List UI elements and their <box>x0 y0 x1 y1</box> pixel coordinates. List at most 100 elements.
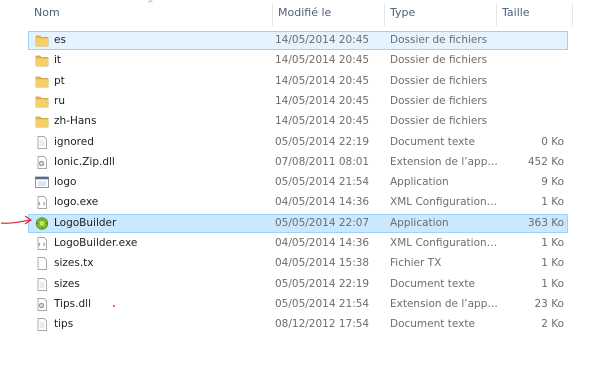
file-type: Dossier de fichiers <box>390 74 488 87</box>
file-row[interactable]: Tips.dll 05/05/2014 21:54 Extension de l’a… <box>28 295 568 314</box>
file-modified-date: 05/05/2014 22:19 <box>275 135 370 148</box>
file-name: logo.exe <box>54 196 99 209</box>
column-header-size-label: Taille <box>502 6 530 19</box>
file-type: Document texte <box>390 135 475 148</box>
file-size: 9 Ko <box>541 176 564 189</box>
text-file-icon <box>35 277 49 291</box>
logobuilder-app-icon <box>35 217 49 230</box>
file-type: Dossier de fichiers <box>390 115 488 128</box>
file-name: sizes.tx <box>54 257 94 270</box>
config-file-icon <box>35 237 49 250</box>
file-name: ru <box>54 94 65 107</box>
column-header-modified[interactable]: Modifié le <box>272 0 384 26</box>
dll-file-icon <box>35 155 49 169</box>
folder-icon <box>35 75 49 88</box>
file-type: XML Configuration… <box>390 237 498 249</box>
file-modified-date: 05/05/2014 21:54 <box>275 176 370 189</box>
file-modified-date: 14/05/2014 20:45 <box>275 54 370 67</box>
file-row[interactable]: pt 14/05/2014 20:45 Dossier de fichiers <box>28 72 568 91</box>
file-name: tips <box>54 318 74 331</box>
file-row[interactable]: logo 05/05/2014 21:54 Application 9 Ko <box>28 173 568 192</box>
column-header-modified-label: Modifié le <box>278 6 332 19</box>
file-name: pt <box>54 74 65 87</box>
file-size <box>499 32 564 49</box>
file-modified-date: 14/05/2014 20:45 <box>275 94 370 107</box>
file-size: 1 Ko <box>541 196 564 209</box>
file-size: 1 Ko <box>541 257 564 270</box>
file-name: Ionic.Zip.dll <box>54 155 115 168</box>
text-file-icon <box>35 318 49 332</box>
file-size: 2 Ko <box>541 318 564 331</box>
folder-icon <box>35 54 49 67</box>
file-row[interactable]: sizes.tx 04/05/2014 15:38 Fichier TX 1 Ko <box>28 254 568 273</box>
file-size <box>499 93 564 110</box>
file-modified-date: 05/05/2014 21:54 <box>275 297 370 310</box>
file-name: Tips.dll <box>54 297 91 310</box>
file-type: Fichier TX <box>390 257 442 270</box>
file-type: Document texte <box>390 277 475 290</box>
file-name: ignored <box>54 135 94 148</box>
column-header-type-label: Type <box>390 6 416 19</box>
file-name: sizes <box>54 277 80 290</box>
file-size <box>499 73 564 90</box>
application-icon <box>35 176 49 189</box>
file-size: 1 Ko <box>541 237 564 249</box>
red-dot-mark <box>113 305 115 307</box>
file-size: 363 Ko <box>527 216 564 229</box>
file-name: it <box>54 54 62 67</box>
file-name: es <box>54 34 66 46</box>
file-modified-date: 14/05/2014 20:45 <box>275 115 370 128</box>
file-type: Application <box>390 176 449 189</box>
file-modified-date: 04/05/2014 14:36 <box>275 237 370 249</box>
text-file-icon <box>35 135 49 149</box>
file-row[interactable]: Ionic.Zip.dll 07/08/2011 08:01 Extension d… <box>28 153 568 172</box>
file-modified-date: 04/05/2014 14:36 <box>275 196 370 209</box>
file-name: LogoBuilder.exe <box>54 237 138 249</box>
file-row[interactable]: ignored 05/05/2014 22:19 Document texte 0 K… <box>28 133 568 152</box>
file-modified-date: 14/05/2014 20:45 <box>275 74 370 87</box>
file-row[interactable]: ru 14/05/2014 20:45 Dossier de fichiers <box>28 92 568 111</box>
file-row[interactable]: it 14/05/2014 20:45 Dossier de fichiers <box>28 51 568 70</box>
file-modified-date: 07/08/2011 08:01 <box>275 155 370 168</box>
file-size: 452 Ko <box>527 155 564 168</box>
file-size <box>499 52 564 69</box>
file-row[interactable]: logo.exe 04/05/2014 14:36 XML Configuratio… <box>28 193 568 212</box>
file-size: 23 Ko <box>534 297 565 310</box>
file-row[interactable]: es 14/05/2014 20:45 Dossier de fichiers <box>28 31 568 50</box>
column-divider[interactable] <box>572 4 573 26</box>
file-row[interactable]: tips 08/12/2012 17:54 Document texte 2 Ko <box>28 315 568 334</box>
file-type: Dossier de fichiers <box>390 94 488 107</box>
file-modified-date: 04/05/2014 15:38 <box>275 257 370 270</box>
column-header-type[interactable]: Type <box>384 0 496 26</box>
file-row[interactable]: LogoBuilder.exe 04/05/2014 14:36 XML Confi… <box>28 234 568 253</box>
column-header-size[interactable]: Taille <box>496 0 572 26</box>
column-header-name[interactable]: Nom <box>28 0 272 26</box>
file-type: Dossier de fichiers <box>390 34 488 46</box>
file-name: zh-Hans <box>54 115 97 128</box>
file-modified-date: 05/05/2014 22:19 <box>275 277 370 290</box>
column-header-name-label: Nom <box>34 6 60 19</box>
red-arrow-annotation <box>0 215 33 225</box>
dll-file-icon <box>35 298 49 311</box>
file-type: Extension de l’app… <box>390 155 498 168</box>
file-row[interactable]: sizes 05/05/2014 22:19 Document texte 1 Ko <box>28 275 568 294</box>
file-type: XML Configuration… <box>390 196 498 209</box>
folder-icon <box>35 115 49 128</box>
folder-icon <box>35 95 49 108</box>
file-type: Dossier de fichiers <box>390 54 488 67</box>
folder-icon <box>35 34 49 47</box>
file-type: Document texte <box>390 318 475 331</box>
file-modified-date: 14/05/2014 20:45 <box>275 34 370 46</box>
generic-file-icon <box>35 257 49 271</box>
file-size: 0 Ko <box>541 135 564 148</box>
file-row[interactable]: zh-Hans 14/05/2014 20:45 Dossier de fichie… <box>28 112 568 131</box>
column-header-bar: ^ Nom Modifié le Type Taille <box>0 0 600 26</box>
file-row[interactable]: LogoBuilder 05/05/2014 22:07 Application 36… <box>28 213 568 233</box>
file-name: LogoBuilder <box>54 216 117 229</box>
file-type: Extension de l’app… <box>390 297 498 310</box>
file-type: Application <box>390 216 449 229</box>
file-modified-date: 05/05/2014 22:07 <box>275 216 370 229</box>
config-file-icon <box>35 196 49 210</box>
file-size: 1 Ko <box>541 277 564 290</box>
file-size <box>499 113 564 130</box>
